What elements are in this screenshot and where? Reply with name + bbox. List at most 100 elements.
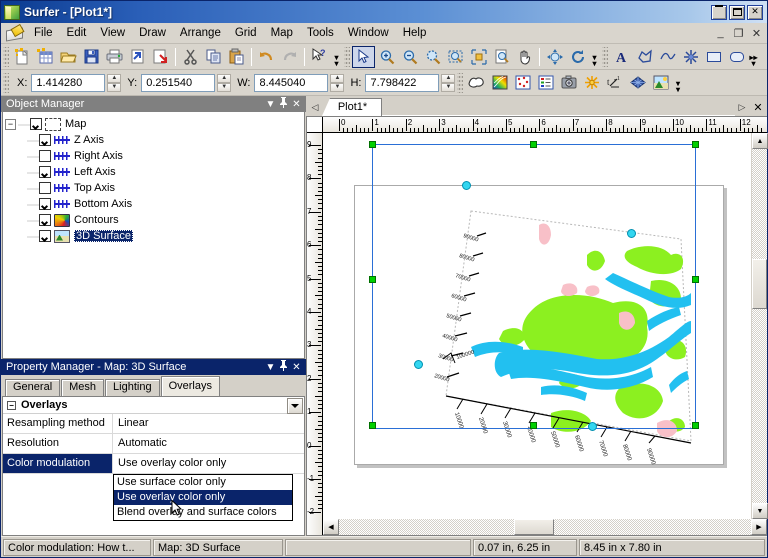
paste-icon[interactable] <box>225 46 248 68</box>
tree-checkbox-contours[interactable] <box>39 214 51 226</box>
toolbar-grip-map[interactable] <box>457 73 463 93</box>
toolbar-overflow-map[interactable]: ▾▾ <box>672 72 683 94</box>
property-group-overlays[interactable]: − Overlays <box>3 397 304 414</box>
scroll-down-button[interactable]: ▼ <box>752 503 768 519</box>
menu-help[interactable]: Help <box>396 24 434 42</box>
resize-handle-top-left[interactable] <box>369 141 376 148</box>
menu-draw[interactable]: Draw <box>132 24 173 42</box>
tree-item-z-axis[interactable]: Z Axis <box>5 132 302 148</box>
polyline-icon[interactable] <box>656 46 679 68</box>
object-manager-pin-icon[interactable] <box>277 97 290 111</box>
resize-handle-bottom-center[interactable] <box>530 422 537 429</box>
symbol-icon[interactable] <box>679 46 702 68</box>
mdi-restore-button[interactable]: ❐ <box>733 27 744 40</box>
resize-handle-middle-right[interactable] <box>692 276 699 283</box>
rounded-rectangle-icon[interactable] <box>725 46 748 68</box>
print-icon[interactable] <box>103 46 126 68</box>
property-manager-pin-icon[interactable] <box>277 360 290 374</box>
scroll-up-button[interactable]: ▲ <box>752 133 768 149</box>
vertical-ruler[interactable]: 9876543210-1-2 <box>307 133 323 535</box>
surface-icon[interactable] <box>649 72 672 94</box>
resize-handle-middle-left[interactable] <box>369 276 376 283</box>
property-value-resampling-method[interactable]: Linear <box>113 414 304 433</box>
plot-canvas[interactable]: 10000 20000 30000 40000 50000 60000 7000… <box>323 133 751 519</box>
export-icon[interactable] <box>149 46 172 68</box>
mdi-minimize-button[interactable]: _ <box>715 27 726 39</box>
undo-icon[interactable] <box>255 46 278 68</box>
tree-expander-map[interactable]: − <box>5 119 16 130</box>
tree-checkbox-map[interactable] <box>30 118 42 130</box>
classed-post-map-icon[interactable] <box>534 72 557 94</box>
scroll-right-button[interactable]: ▶ <box>751 519 767 535</box>
y-coordinate-stepper[interactable]: ▲▼ <box>217 74 231 92</box>
property-manager-close-icon[interactable]: ✕ <box>290 362 303 373</box>
shaded-relief-icon[interactable] <box>580 72 603 94</box>
rectangle-icon[interactable] <box>702 46 725 68</box>
reset-view-icon[interactable] <box>566 46 589 68</box>
chevron-down-icon[interactable] <box>287 398 303 414</box>
menu-edit[interactable]: Edit <box>60 24 94 42</box>
tree-checkbox-3d-surface[interactable] <box>39 230 51 242</box>
tree-checkbox-top-axis[interactable] <box>39 182 51 194</box>
menu-tools[interactable]: Tools <box>300 24 341 42</box>
horizontal-ruler[interactable]: 0123456789101112 <box>323 117 767 133</box>
toolbar-grip-coordinates[interactable] <box>3 73 9 93</box>
y-coordinate-input[interactable]: 0.251540 <box>141 74 215 92</box>
menu-window[interactable]: Window <box>341 24 396 42</box>
width-stepper[interactable]: ▲▼ <box>330 74 344 92</box>
document-tab-plot1[interactable]: Plot1* <box>322 98 382 116</box>
image-map-icon[interactable] <box>557 72 580 94</box>
vector-map-icon[interactable]: t1 <box>603 72 626 94</box>
group-collapse-icon[interactable]: − <box>7 401 16 410</box>
x-coordinate-input[interactable]: 1.414280 <box>31 74 105 92</box>
base-map-icon[interactable] <box>465 72 488 94</box>
toolbar-grip-draw[interactable] <box>602 47 608 67</box>
new-plot-icon[interactable] <box>11 46 34 68</box>
height-input[interactable]: 7.798422 <box>365 74 439 92</box>
zoom-selected-icon[interactable] <box>421 46 444 68</box>
minimize-button[interactable] <box>711 5 727 20</box>
x-coordinate-stepper[interactable]: ▲▼ <box>107 74 121 92</box>
resize-handle-top-right[interactable] <box>692 141 699 148</box>
tree-checkbox-left-axis[interactable] <box>39 166 51 178</box>
post-map-icon[interactable] <box>511 72 534 94</box>
maximize-button[interactable] <box>729 5 745 20</box>
help-pointer-icon[interactable]: ? <box>308 46 331 68</box>
document-menu-icon[interactable] <box>4 25 24 42</box>
scroll-left-button[interactable]: ◀ <box>323 519 339 535</box>
resize-handle-top-center[interactable] <box>530 141 537 148</box>
tree-item-3d-surface[interactable]: 3D Surface <box>5 228 302 244</box>
zoom-out-icon[interactable] <box>398 46 421 68</box>
pan-hand-icon[interactable] <box>513 46 536 68</box>
polygon-icon[interactable] <box>633 46 656 68</box>
property-value-resolution[interactable]: Automatic <box>113 434 304 453</box>
horizontal-scrollbar[interactable]: ◀ ▶ <box>323 519 767 535</box>
rotate-handle-top[interactable] <box>462 181 471 190</box>
tree-item-right-axis[interactable]: Right Axis <box>5 148 302 164</box>
copy-icon[interactable] <box>202 46 225 68</box>
toolbar-overflow-draw[interactable]: ▸▸▾ <box>748 46 759 68</box>
vertical-scrollbar[interactable]: ▲ ▼ <box>751 133 767 519</box>
fit-to-window-icon[interactable] <box>467 46 490 68</box>
toolbar-grip-view[interactable] <box>344 47 350 67</box>
rotate-handle-bottom[interactable] <box>588 422 597 431</box>
object-manager-close-icon[interactable]: ✕ <box>290 99 303 110</box>
tree-checkbox-bottom-axis[interactable] <box>39 198 51 210</box>
menu-map[interactable]: Map <box>264 24 300 42</box>
zoom-in-icon[interactable] <box>375 46 398 68</box>
dropdown-option-use-overlay-color-only[interactable]: Use overlay color only <box>114 490 292 505</box>
select-arrow-icon[interactable] <box>352 46 375 68</box>
tab-overlays[interactable]: Overlays <box>161 376 220 396</box>
new-worksheet-icon[interactable] <box>34 46 57 68</box>
text-icon[interactable]: A <box>610 46 633 68</box>
menu-view[interactable]: View <box>93 24 132 42</box>
close-button[interactable]: ✕ <box>747 5 763 20</box>
tab-general[interactable]: General <box>5 379 60 396</box>
zoom-rectangle-icon[interactable] <box>444 46 467 68</box>
document-close-icon[interactable]: ✕ <box>749 98 767 116</box>
rotate-handle-left[interactable] <box>414 360 423 369</box>
import-icon[interactable] <box>126 46 149 68</box>
cut-icon[interactable] <box>179 46 202 68</box>
property-manager-menu-icon[interactable]: ▼ <box>264 362 277 373</box>
color-modulation-dropdown[interactable]: Use surface color only Use overlay color… <box>113 474 293 521</box>
